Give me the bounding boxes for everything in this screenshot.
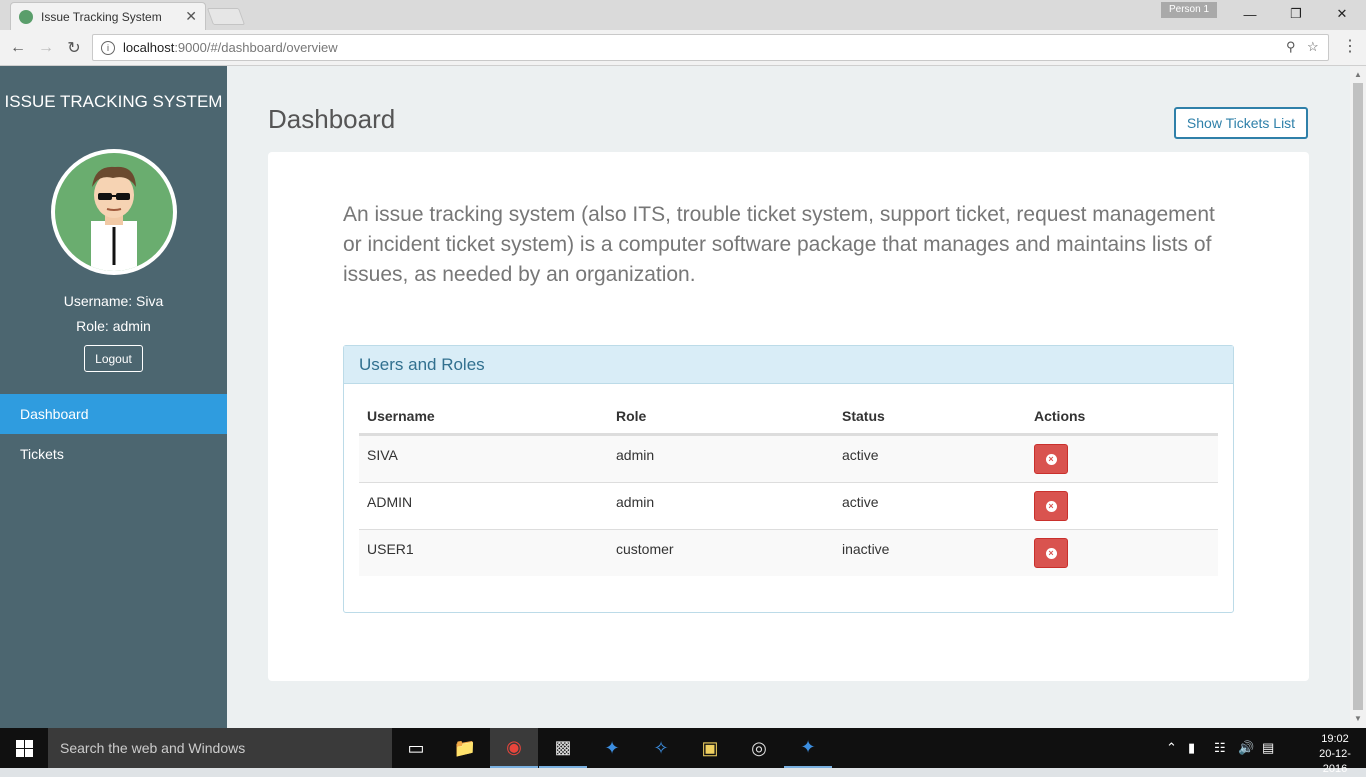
show-tickets-button[interactable]: Show Tickets List (1174, 107, 1308, 139)
cell-actions: × (1026, 436, 1068, 482)
panel-title: Users and Roles (344, 346, 1233, 384)
back-arrow-icon[interactable]: ← (6, 36, 30, 60)
browser-tab-strip: Issue Tracking System ✕ Person 1 — ❐ ✕ (0, 0, 1366, 30)
clock-time: 19:02 (1321, 733, 1349, 745)
cell-role: admin (616, 447, 655, 463)
brand-title: ISSUE TRACKING SYSTEM (4, 92, 223, 111)
table-row: ADMIN admin active × (359, 482, 1218, 529)
app-spiral-icon[interactable]: ◎ (735, 728, 783, 768)
sidebar-item-tickets[interactable]: Tickets (0, 434, 227, 474)
cell-username: ADMIN (367, 494, 413, 510)
file-explorer-icon[interactable]: 📁 (441, 728, 489, 768)
minimize-button[interactable]: — (1227, 0, 1273, 28)
address-bar[interactable]: i localhost:9000/#/dashboard/overview ⚲ … (92, 34, 1329, 61)
forward-arrow-icon[interactable]: → (34, 36, 58, 60)
sidebar-item-dashboard[interactable]: Dashboard (0, 394, 227, 434)
url-host: localhost (123, 40, 175, 55)
cell-status: active (842, 494, 879, 510)
page-scrollbar[interactable]: ▲ ▼ (1350, 66, 1366, 728)
avatar-illustration-icon (91, 166, 137, 271)
logout-button[interactable]: Logout (84, 345, 143, 372)
chrome-icon[interactable]: ◉ (490, 728, 538, 768)
vs-code-icon[interactable]: ✧ (637, 728, 685, 768)
avatar (51, 149, 177, 275)
table-row: USER1 customer inactive × (359, 529, 1218, 576)
url-path: :9000/#/dashboard/overview (174, 40, 338, 55)
header-status: Status (842, 408, 885, 424)
cell-actions: × (1026, 530, 1068, 576)
dashboard-card: An issue tracking system (also ITS, trou… (268, 152, 1309, 681)
site-favicon-icon (19, 9, 33, 24)
browser-toolbar: ← → ↻ i localhost:9000/#/dashboard/overv… (0, 30, 1366, 66)
scrollbar-thumb[interactable] (1353, 83, 1363, 710)
notifications-icon[interactable]: ▤ (1262, 728, 1274, 768)
header-role: Role (616, 408, 647, 424)
browser-tab[interactable]: Issue Tracking System ✕ (10, 2, 206, 30)
visual-studio-2-icon[interactable]: ✦ (784, 728, 832, 768)
delete-user-button[interactable]: × (1034, 444, 1068, 474)
cell-username: USER1 (367, 541, 414, 557)
browser-menu-icon[interactable]: ⋮ (1341, 36, 1359, 60)
users-table: Username Role Status Actions SIVA admin … (359, 396, 1218, 576)
reload-icon[interactable]: ↻ (62, 36, 86, 60)
remove-circle-icon: × (1045, 453, 1057, 465)
sidebar: ISSUE TRACKING SYSTEM Username: Siva Rol… (0, 66, 227, 728)
delete-user-button[interactable]: × (1034, 491, 1068, 521)
cell-status: active (842, 447, 879, 463)
delete-user-button[interactable]: × (1034, 538, 1068, 568)
cell-username: SIVA (367, 447, 398, 463)
remove-circle-icon: × (1045, 547, 1057, 559)
command-prompt-icon[interactable]: ▩ (539, 728, 587, 768)
clock-date: 20-12-2016 (1319, 748, 1351, 775)
cell-status: inactive (842, 541, 890, 557)
visual-studio-icon[interactable]: ✦ (588, 728, 636, 768)
windows-logo-icon (15, 739, 33, 757)
tab-close-icon[interactable]: ✕ (185, 8, 197, 25)
main-content: Dashboard Show Tickets List An issue tra… (227, 66, 1350, 728)
page-title: Dashboard (268, 104, 396, 134)
users-roles-panel: Users and Roles Username Role Status Act… (343, 345, 1234, 613)
tab-title: Issue Tracking System (41, 9, 162, 24)
task-view-icon[interactable]: ▭ (392, 728, 440, 768)
network-icon[interactable]: ☷ (1214, 728, 1226, 768)
site-info-icon[interactable]: i (101, 40, 115, 55)
description-text: An issue tracking system (also ITS, trou… (343, 203, 1215, 286)
scroll-up-icon[interactable]: ▲ (1354, 70, 1362, 79)
cell-role: admin (616, 494, 655, 510)
header-actions: Actions (1034, 408, 1086, 424)
sticky-notes-icon[interactable]: ▣ (686, 728, 734, 768)
start-button[interactable] (0, 728, 48, 768)
taskbar-clock[interactable]: 19:02 20-12-2016 (1308, 732, 1362, 777)
tray-chevron-icon[interactable]: ⌃ (1166, 728, 1177, 768)
restore-button[interactable]: ❐ (1273, 0, 1319, 28)
scroll-down-icon[interactable]: ▼ (1354, 714, 1362, 723)
profile-badge[interactable]: Person 1 (1161, 2, 1217, 18)
username-label: Username: Siva (63, 293, 164, 309)
cell-role: customer (616, 541, 674, 557)
taskbar-search-input[interactable]: Search the web and Windows (48, 728, 392, 768)
table-header-row: Username Role Status Actions (359, 396, 1218, 435)
volume-icon[interactable]: 🔊 (1238, 728, 1254, 768)
table-row: SIVA admin active × (359, 435, 1218, 482)
new-tab-button[interactable] (206, 8, 246, 25)
remove-circle-icon: × (1045, 500, 1057, 512)
cell-actions: × (1026, 483, 1068, 529)
bookmark-star-icon[interactable]: ☆ (1307, 39, 1319, 55)
battery-icon[interactable]: ▮ (1188, 728, 1195, 768)
pin-icon[interactable]: ⚲ (1286, 39, 1296, 55)
header-username: Username (367, 408, 435, 424)
window-close-button[interactable]: ✕ (1319, 0, 1365, 28)
windows-taskbar: Search the web and Windows ▭ 📁 ◉ ▩ ✦ ✧ ▣… (0, 728, 1366, 775)
role-label: Role: admin (76, 318, 151, 334)
